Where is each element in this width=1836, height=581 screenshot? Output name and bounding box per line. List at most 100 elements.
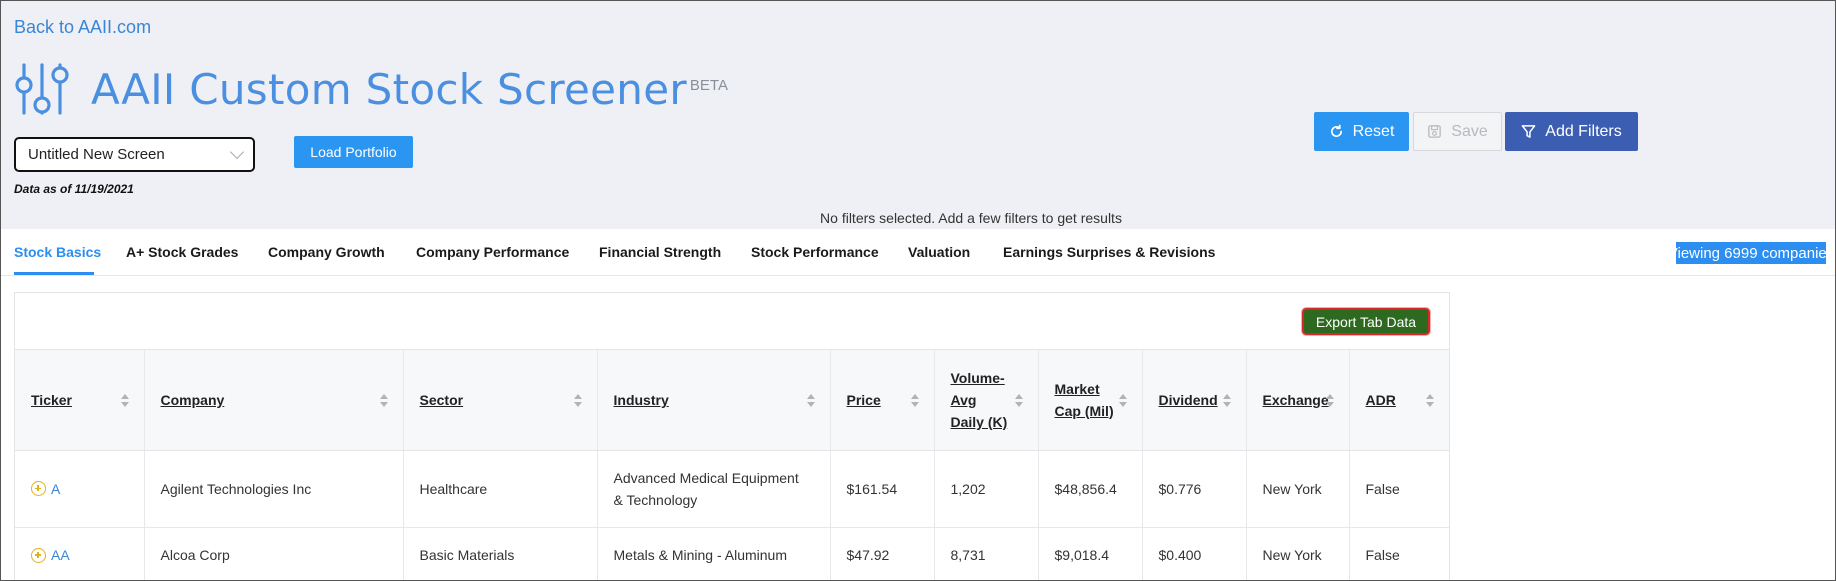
screen-select-value: Untitled New Screen (28, 146, 165, 163)
industry-line: Metals & Mining - Aluminum (613, 547, 788, 563)
active-tab-indicator (14, 272, 94, 275)
load-portfolio-button[interactable]: Load Portfolio (294, 136, 413, 168)
tab-financial-strength[interactable]: Financial Strength (599, 244, 721, 260)
column-header-label: Market Cap (Mil) (1055, 378, 1114, 422)
back-to-aaii-link[interactable]: Back to AAII.com (14, 17, 151, 38)
save-icon (1428, 125, 1442, 138)
column-header-line: Market (1054, 380, 1100, 397)
table-header-row: Ticker Company Sector Industry Price Vol… (15, 350, 1449, 451)
table-row: AA Alcoa Corp Basic Materials Metals & M… (15, 527, 1449, 580)
add-filters-label: Add Filters (1545, 122, 1622, 140)
sort-icon[interactable] (1325, 394, 1334, 408)
dividend-cell: $0.400 (1142, 527, 1247, 580)
column-header-ticker[interactable]: Ticker (15, 350, 145, 451)
column-header-label: Exchange (1262, 391, 1329, 408)
tab-stock-performance[interactable]: Stock Performance (751, 244, 879, 260)
sliders-logo-icon (15, 63, 69, 115)
column-header-adr[interactable]: ADR (1349, 350, 1449, 451)
column-header-label: Volume- Avg Daily (K) (951, 367, 1008, 433)
brand: AAII Custom Stock Screener BETA (15, 63, 728, 115)
reset-button[interactable]: Reset (1314, 112, 1409, 151)
add-circle-icon[interactable] (31, 481, 46, 496)
sort-icon[interactable] (1118, 394, 1127, 408)
tab-company-growth[interactable]: Company Growth (268, 244, 385, 260)
industry-cell: Metals & Mining - Aluminum (597, 527, 831, 580)
export-tab-data-button[interactable]: Export Tab Data (1301, 307, 1431, 336)
column-header-sector[interactable]: Sector (403, 350, 598, 451)
column-header-label: Ticker (31, 391, 72, 408)
dividend-cell: $0.776 (1142, 450, 1247, 528)
adr-cell: False (1349, 450, 1449, 528)
column-header-label: Industry (613, 391, 669, 408)
volume-cell: 1,202 (934, 450, 1039, 528)
volume-cell: 8,731 (934, 527, 1039, 580)
screener-page: Back to AAII.com AAII Custom Stock Scree… (0, 0, 1836, 581)
industry-cell: Advanced Medical Equipment & Technology (597, 450, 831, 528)
tab-stock-basics[interactable]: Stock Basics (14, 244, 101, 260)
adr-cell: False (1349, 527, 1449, 580)
column-header-exchange[interactable]: Exchange (1246, 350, 1350, 451)
sort-icon[interactable] (573, 394, 582, 408)
tab-company-performance[interactable]: Company Performance (416, 244, 569, 260)
column-header-company[interactable]: Company (144, 350, 404, 451)
export-bar: Export Tab Data (15, 293, 1449, 350)
industry-line: & Technology (613, 491, 698, 508)
exchange-cell: New York (1246, 527, 1350, 580)
ticker-cell[interactable]: A (15, 450, 145, 528)
price-cell: $161.54 (830, 450, 935, 528)
sort-icon[interactable] (379, 394, 388, 408)
industry-line: Advanced Medical Equipment (613, 469, 799, 486)
filter-icon (1521, 125, 1536, 138)
header-area: Back to AAII.com AAII Custom Stock Scree… (1, 1, 1835, 229)
column-header-label: ADR (1365, 391, 1396, 408)
ticker-link[interactable]: AA (51, 544, 70, 566)
sort-icon[interactable] (1222, 394, 1231, 408)
market-cap-cell: $48,856.4 (1038, 450, 1143, 528)
column-header-label: Price (846, 391, 881, 408)
column-header-line: Volume- (950, 369, 1005, 386)
column-header-price[interactable]: Price (830, 350, 935, 451)
column-header-line: Avg (950, 391, 977, 408)
column-header-label: Sector (419, 391, 464, 408)
tab-a-plus-stock-grades[interactable]: A+ Stock Grades (126, 244, 238, 260)
beta-badge: BETA (689, 77, 728, 94)
ticker-cell[interactable]: AA (15, 527, 145, 580)
company-cell: Alcoa Corp (144, 527, 404, 580)
results-table-card: Export Tab Data Ticker Company Sector In… (14, 292, 1450, 580)
column-header-label: Company (160, 391, 225, 408)
tab-bar: Stock Basics A+ Stock Grades Company Gro… (1, 229, 1835, 276)
add-circle-icon[interactable] (31, 547, 46, 563)
chevron-down-icon (229, 144, 245, 160)
price-cell: $47.92 (830, 527, 935, 580)
column-header-volume[interactable]: Volume- Avg Daily (K) (934, 350, 1039, 451)
tab-valuation[interactable]: Valuation (908, 244, 970, 260)
sort-icon[interactable] (910, 394, 919, 408)
sort-icon[interactable] (1014, 394, 1023, 408)
sort-icon[interactable] (1426, 394, 1434, 408)
page-title: AAII Custom Stock Screener (91, 65, 687, 114)
reset-label: Reset (1352, 122, 1395, 140)
column-header-line: Daily (K) (950, 413, 1008, 430)
add-filters-button[interactable]: Add Filters (1505, 112, 1638, 151)
data-as-of-label: Data as of 11/19/2021 (14, 182, 134, 196)
screen-select-dropdown[interactable]: Untitled New Screen (14, 137, 255, 172)
table-row: A Agilent Technologies Inc Healthcare Ad… (15, 450, 1449, 528)
no-filters-message: No filters selected. Add a few filters t… (820, 210, 1122, 226)
ticker-link[interactable]: A (51, 478, 60, 500)
results-table: Ticker Company Sector Industry Price Vol… (15, 350, 1449, 580)
column-header-label: Dividend (1158, 391, 1218, 408)
company-cell: Agilent Technologies Inc (144, 450, 404, 528)
exchange-cell: New York (1246, 450, 1350, 528)
tab-earnings-surprises-revisions[interactable]: Earnings Surprises & Revisions (1003, 244, 1215, 260)
sector-cell: Basic Materials (403, 527, 598, 580)
sort-icon[interactable] (806, 394, 815, 408)
column-header-industry[interactable]: Industry (597, 350, 831, 451)
save-button[interactable]: Save (1413, 112, 1502, 151)
market-cap-cell: $9,018.4 (1038, 527, 1143, 580)
column-header-dividend[interactable]: Dividend (1142, 350, 1247, 451)
column-header-market-cap[interactable]: Market Cap (Mil) (1038, 350, 1143, 451)
refresh-icon (1330, 124, 1342, 138)
sector-cell: Healthcare (403, 450, 598, 528)
sort-icon[interactable] (120, 394, 129, 408)
column-header-line: Cap (Mil) (1054, 402, 1114, 419)
